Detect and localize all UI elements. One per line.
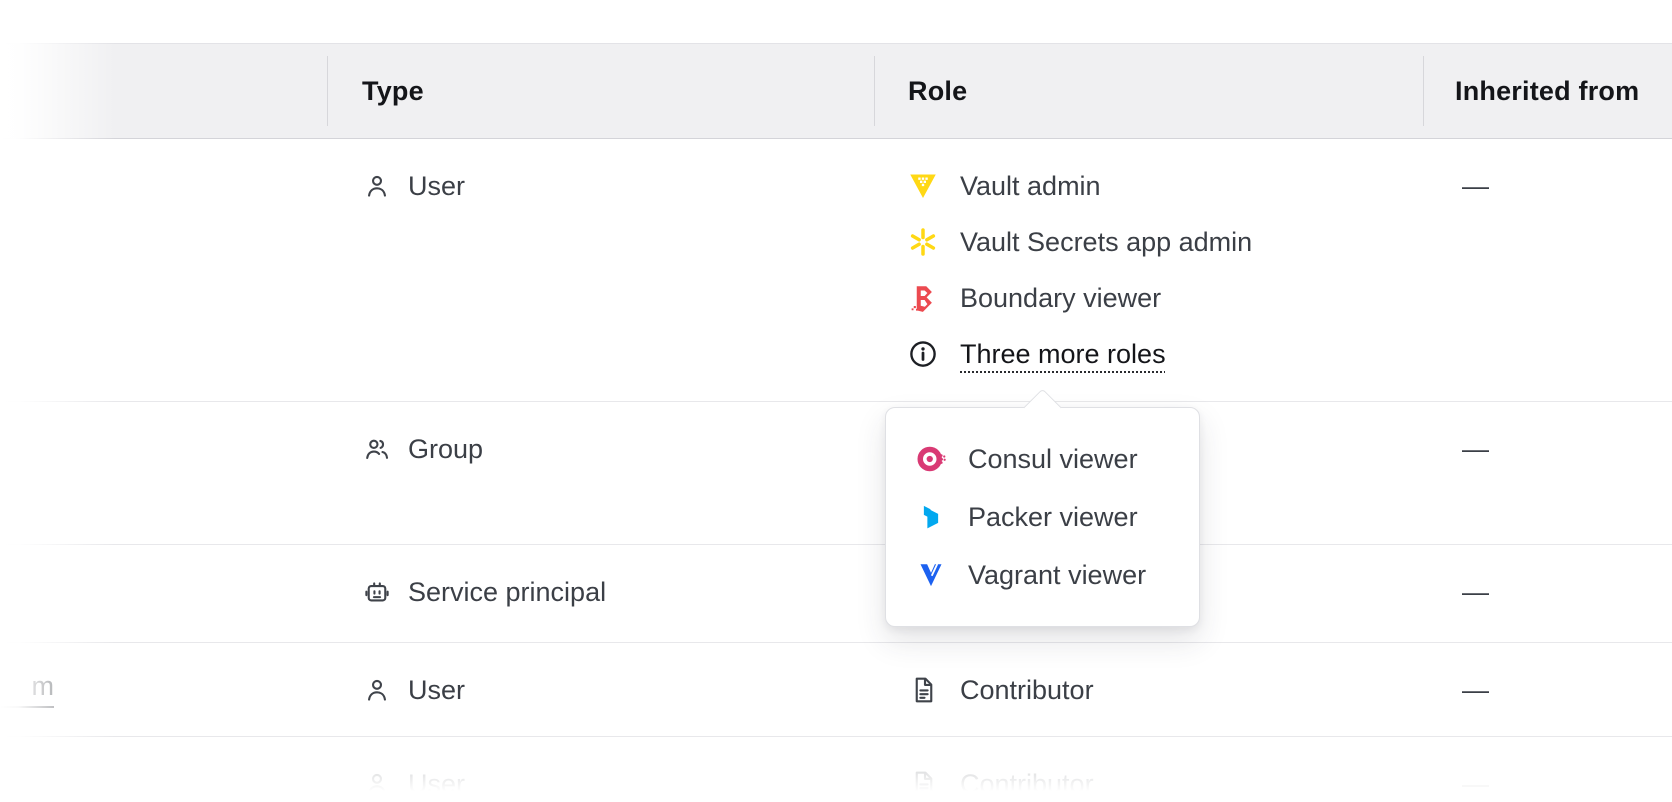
popover-role-item: Packer viewer <box>886 488 1199 546</box>
popover-role-list: Consul viewer Packer viewer Vagrant view… <box>886 430 1199 604</box>
table-row: m User Contributor — <box>0 643 1672 737</box>
role-label: Contributor <box>960 674 1094 705</box>
role-label: Boundary viewer <box>960 282 1162 313</box>
type-cell: User <box>363 158 465 214</box>
more-roles-trigger[interactable]: Three more roles <box>908 326 1252 382</box>
popover-role-label: Vagrant viewer <box>968 559 1147 590</box>
group-icon <box>363 435 391 463</box>
member-name-cell[interactable]: m <box>0 662 54 718</box>
role-item: Contributor <box>908 756 1094 802</box>
user-icon <box>363 770 391 798</box>
role-item: Contributor <box>908 662 1094 718</box>
role-item: Vault admin <box>908 158 1252 214</box>
role-label: Vault Secrets app admin <box>960 226 1253 257</box>
popover-role-label: Packer viewer <box>968 501 1138 532</box>
column-divider <box>327 56 328 126</box>
roles-cell: Contributor <box>908 756 1094 802</box>
table-header: Type Role Inherited from <box>0 43 1672 139</box>
member-name-link[interactable]: m <box>0 671 54 709</box>
vault-secrets-icon <box>908 227 938 257</box>
inherited-from-value: — <box>1462 768 1489 799</box>
more-roles-label[interactable]: Three more roles <box>960 339 1166 370</box>
user-icon <box>363 676 391 704</box>
type-label: User <box>408 768 466 799</box>
document-icon <box>908 675 938 705</box>
popover-role-label: Consul viewer <box>968 443 1138 474</box>
table-row: User Contributor — <box>0 737 1672 802</box>
user-icon <box>363 172 391 200</box>
role-item: Boundary viewer <box>908 270 1252 326</box>
vault-icon <box>908 171 938 201</box>
inherited-from-value: — <box>1462 674 1489 705</box>
inherited-from-value: — <box>1462 433 1489 464</box>
table-row: Service principal — <box>0 545 1672 643</box>
type-label: Service principal <box>408 576 607 607</box>
column-divider <box>1423 56 1424 126</box>
popover-role-item: Vagrant viewer <box>886 546 1199 604</box>
column-header-type: Type <box>362 75 424 106</box>
type-label: Group <box>408 433 484 464</box>
type-cell: Service principal <box>363 564 606 620</box>
packer-icon <box>916 502 946 532</box>
type-label: User <box>408 674 466 705</box>
document-icon <box>908 769 938 799</box>
iam-members-table-screen: Type Role Inherited from User Vault admi… <box>0 0 1672 802</box>
role-label: Contributor <box>960 768 1094 799</box>
column-divider <box>874 56 875 126</box>
table-body: User Vault admin Vault Secrets app admin… <box>0 139 1672 802</box>
type-cell: User <box>363 662 465 718</box>
table-row: Group — <box>0 402 1672 545</box>
column-header-role: Role <box>908 75 968 106</box>
table-row: User Vault admin Vault Secrets app admin… <box>0 139 1672 402</box>
role-label: Vault admin <box>960 170 1101 201</box>
column-header-inherited-from: Inherited from <box>1455 75 1640 106</box>
boundary-icon <box>908 283 938 313</box>
service-principal-icon <box>363 578 391 606</box>
type-cell: Group <box>363 421 483 477</box>
type-label: User <box>408 170 466 201</box>
vagrant-icon <box>916 560 946 590</box>
type-cell: User <box>363 756 465 802</box>
popover-role-item: Consul viewer <box>886 430 1199 488</box>
role-item: Vault Secrets app admin <box>908 214 1252 270</box>
roles-cell: Vault admin Vault Secrets app admin Boun… <box>908 158 1252 382</box>
consul-icon <box>916 444 946 474</box>
roles-cell: Contributor <box>908 662 1094 718</box>
inherited-from-value: — <box>1462 576 1489 607</box>
roles-popover: Consul viewer Packer viewer Vagrant view… <box>885 388 1200 627</box>
info-icon <box>908 339 938 369</box>
inherited-from-value: — <box>1462 170 1489 201</box>
